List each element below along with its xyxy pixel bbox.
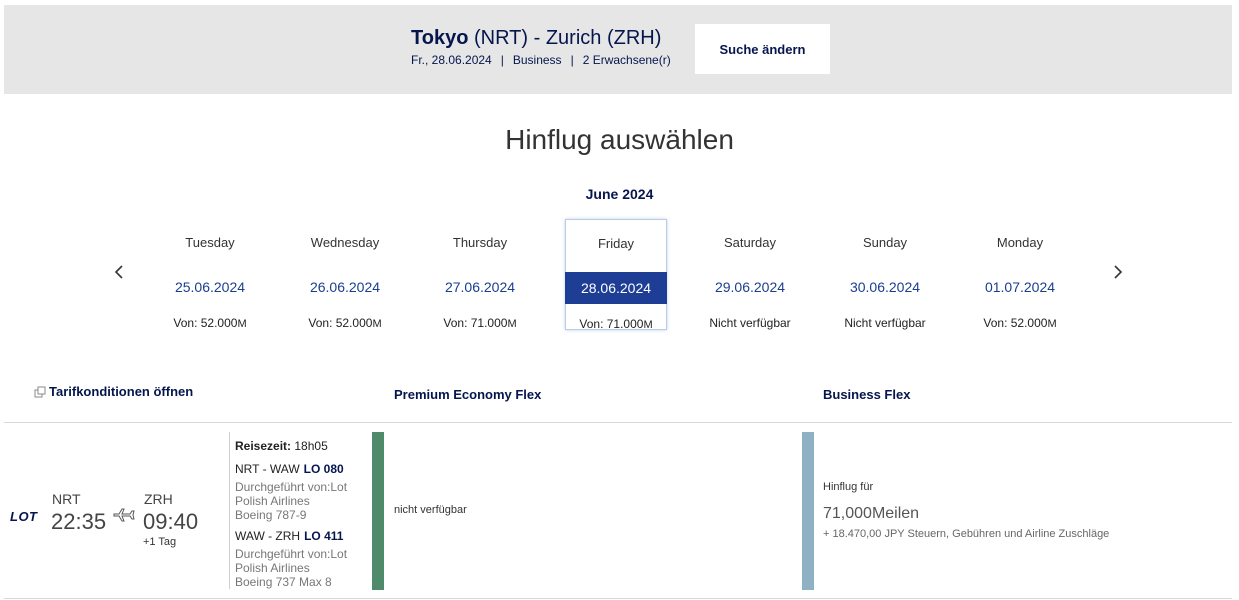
calendar-month: June 2024 xyxy=(585,186,654,202)
expand-icon xyxy=(34,386,46,398)
date-option[interactable]: Tuesday 25.06.2024 Von: 52.000M xyxy=(159,219,261,330)
chevron-left-icon[interactable] xyxy=(110,262,130,282)
fare-conditions-toggle[interactable]: Tarifkonditionen öffnen xyxy=(34,384,193,399)
search-date: Fr., 28.06.2024 xyxy=(411,53,492,67)
leg-1-operator-name: Polish Airlines xyxy=(235,494,310,508)
travel-time: Reisezeit: 18h05 xyxy=(235,439,328,453)
details-separator xyxy=(229,432,230,589)
business-fare-miles[interactable]: 71,000Meilen xyxy=(823,505,919,523)
column-business-flex: Business Flex xyxy=(823,387,911,402)
divider xyxy=(4,598,1232,599)
leg-1-operator: Durchgeführt von:Lot xyxy=(235,480,348,494)
leg-1-route: NRT - WAW LO 080 xyxy=(235,462,344,476)
change-search-button[interactable]: Suche ändern xyxy=(695,24,830,74)
date-option[interactable]: Wednesday 26.06.2024 Von: 52.000M xyxy=(294,219,396,330)
column-premium-economy-flex: Premium Economy Flex xyxy=(394,387,542,402)
search-summary-bar: Tokyo (NRT) - Zurich (ZRH) Fr., 28.06.20… xyxy=(4,5,1232,94)
arrival-airport: ZRH xyxy=(144,491,173,507)
route-title: Tokyo (NRT) - Zurich (ZRH) xyxy=(411,27,662,49)
day-offset: +1 Tag xyxy=(143,536,177,548)
departure-time: 22:35 xyxy=(51,509,107,534)
search-passengers: 2 Erwachsene(r) xyxy=(582,53,671,67)
date-option[interactable]: Sunday 30.06.2024 Nicht verfügbar xyxy=(834,219,936,330)
date-option-selected[interactable]: Friday 28.06.2024 Von: 71.000M xyxy=(565,219,667,331)
chevron-right-icon[interactable] xyxy=(1107,262,1127,282)
date-option[interactable]: Monday 01.07.2024 Von: 52.000M xyxy=(969,219,1071,330)
leg-1-aircraft: Boeing 787-9 xyxy=(235,508,307,522)
leg-2-operator: Durchgeführt von:Lot xyxy=(235,547,348,561)
search-cabin: Business xyxy=(512,53,562,67)
leg-2-operator-name: Polish Airlines xyxy=(235,561,310,575)
date-option[interactable]: Saturday 29.06.2024 Nicht verfügbar xyxy=(699,219,801,330)
premium-fare-bar xyxy=(372,432,384,590)
search-details: Fr., 28.06.2024 | Business | 2 Erwachsene(r) xyxy=(411,53,671,67)
leg-2-aircraft: Boeing 737 Max 8 xyxy=(235,575,332,589)
divider xyxy=(4,422,1232,423)
plane-icon xyxy=(112,503,138,532)
business-fare-taxes: + 18.470,00 JPY Steuern, Gebühren und Ai… xyxy=(823,528,1110,540)
departure-airport: NRT xyxy=(52,491,81,507)
premium-fare-status: nicht verfügbar xyxy=(394,504,467,516)
airline-logo: LOT xyxy=(10,509,38,524)
business-fare-label: Hinflug für xyxy=(823,481,874,493)
page-title: Hinflug auswählen xyxy=(505,124,734,155)
date-option[interactable]: Thursday 27.06.2024 Von: 71.000M xyxy=(429,219,531,330)
leg-2-route: WAW - ZRH LO 411 xyxy=(235,529,344,543)
arrival-time: 09:40 xyxy=(143,509,199,534)
business-fare-bar[interactable] xyxy=(802,432,814,590)
